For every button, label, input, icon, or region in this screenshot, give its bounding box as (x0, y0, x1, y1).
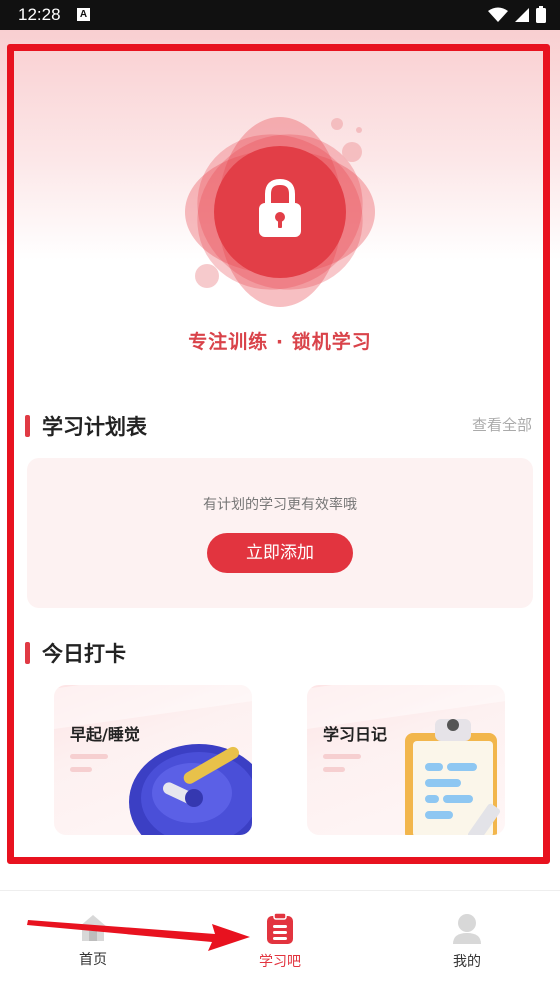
signal-icon (515, 7, 529, 22)
profile-icon (453, 914, 481, 944)
nav-item-study[interactable]: 学习吧 (230, 913, 330, 971)
wifi-icon (488, 7, 508, 22)
home-icon (79, 915, 107, 941)
nav-item-profile[interactable]: 我的 (417, 913, 517, 971)
notification-icon: A (77, 8, 90, 21)
status-bar: 12:28 A (0, 0, 560, 30)
nav-item-home[interactable]: 首页 (43, 913, 143, 969)
battery-icon (536, 6, 546, 23)
nav-label-profile: 我的 (453, 954, 481, 970)
annotation-highlight-frame (7, 44, 550, 864)
nav-label-home: 首页 (79, 952, 107, 968)
study-icon (267, 913, 293, 944)
bottom-nav: 首页 学习吧 我的 (0, 890, 560, 995)
status-icons (488, 6, 546, 23)
nav-label-study: 学习吧 (259, 954, 301, 970)
status-time: 12:28 (18, 5, 61, 24)
